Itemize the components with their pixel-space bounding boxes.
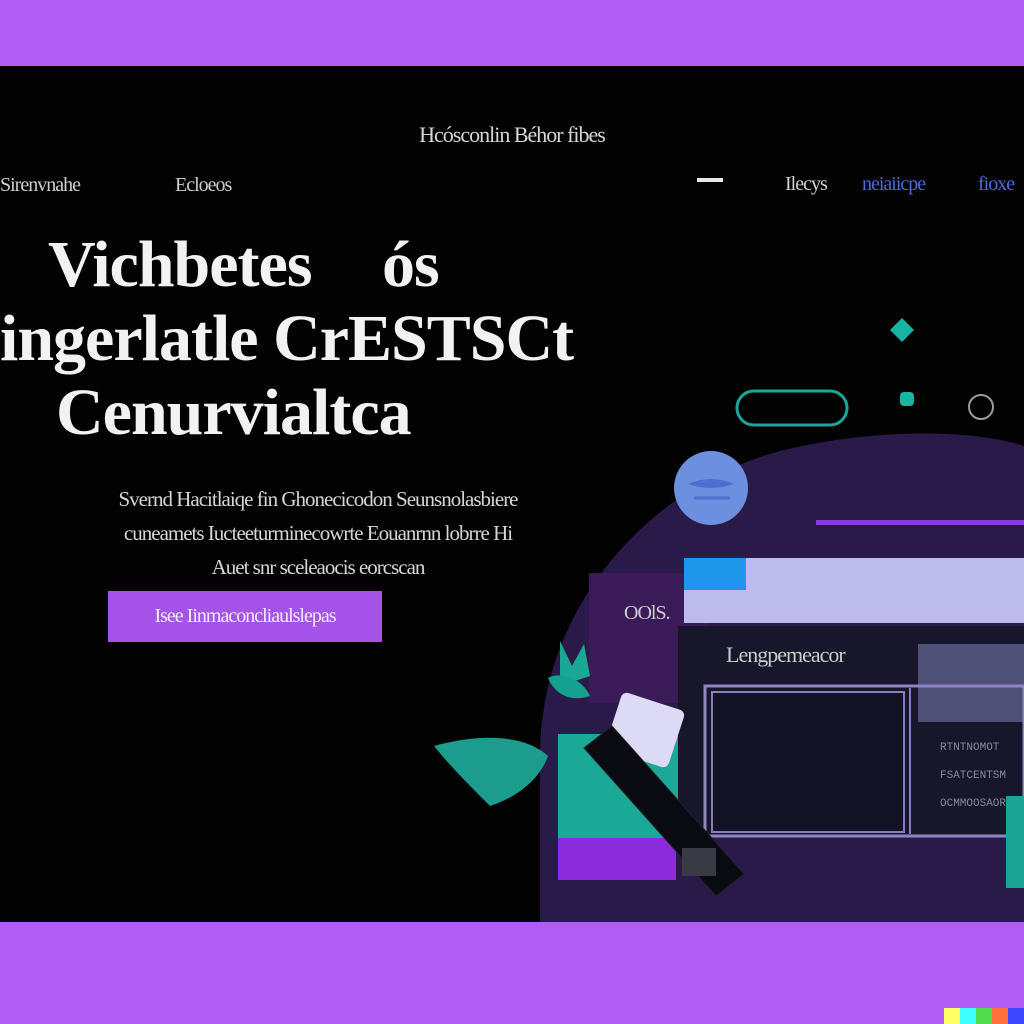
pill-outline-icon[interactable] bbox=[735, 389, 849, 427]
purple-block bbox=[558, 838, 676, 880]
purple-line bbox=[816, 520, 1024, 525]
window-title: Lengpemeacor bbox=[726, 642, 846, 667]
browser-grey-block bbox=[918, 644, 1024, 722]
teal-bar bbox=[1006, 796, 1024, 888]
mini-text-2: FSATCENTSM bbox=[940, 770, 1007, 782]
color-badge bbox=[944, 1008, 1024, 1024]
mini-text-3: OCMMOOSAOR bbox=[940, 798, 1007, 810]
hero-illustration bbox=[434, 318, 1024, 922]
browser-dark-pane bbox=[711, 691, 905, 833]
side-panel-label: OOlS. bbox=[624, 602, 671, 624]
browser-tab-blue bbox=[684, 558, 746, 590]
screen-frame: Hcósconlin Béhor fibes Sirenvnahe Ecloeo… bbox=[0, 66, 1024, 922]
mini-text-1: RTNTNOMOT bbox=[940, 742, 1000, 754]
diamond-icon bbox=[890, 318, 914, 342]
teal-dot-icon bbox=[900, 392, 914, 406]
globe-icon bbox=[674, 451, 748, 525]
ring-icon bbox=[968, 394, 994, 420]
